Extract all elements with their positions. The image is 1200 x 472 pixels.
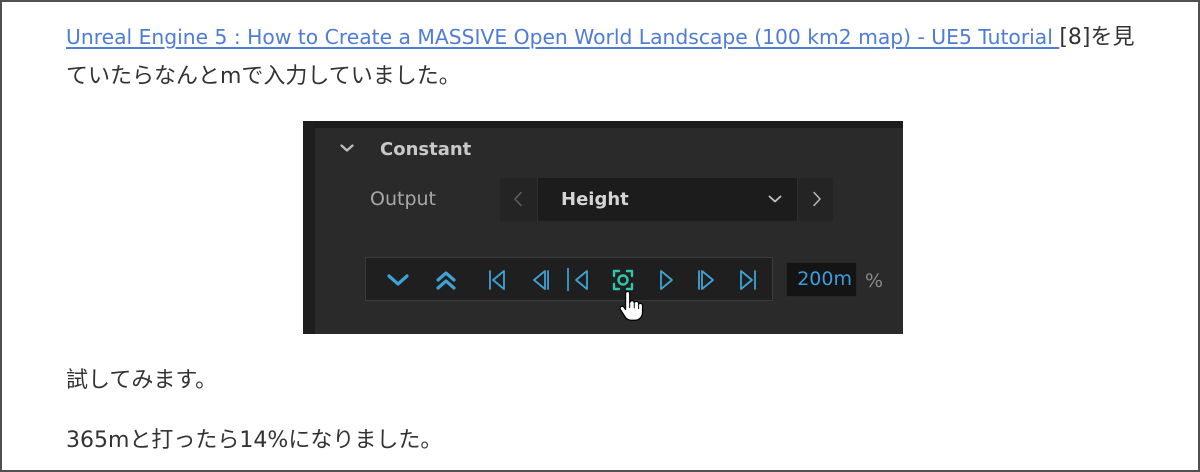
focus-icon [612,269,634,291]
chevron-left-icon [514,191,522,207]
percent-unit-label: % [865,270,884,292]
skip-to-start-icon [489,270,505,290]
chevron-down-icon [387,274,409,286]
output-label: Output [370,188,436,210]
chevron-right-icon [813,191,821,207]
panel-top-edge [303,121,903,128]
blog-article-page: Unreal Engine 5 : How to Create a MASSIV… [0,0,1200,472]
skip-to-end-icon [740,270,756,290]
step-forward-icon [698,270,714,290]
output-dropdown: Height [537,178,797,221]
unreal-engine-screenshot: Constant Output Height 200m % [303,121,903,334]
toolbar-divider [567,268,569,291]
output-dropdown-value: Height [561,189,629,210]
intro-paragraph-line-2: ていたらなんとmで入力していました。 [66,64,461,89]
try-paragraph: 試してみます。 [66,368,218,393]
output-prev-button [500,178,537,221]
height-value-text: 200m [797,268,852,290]
output-next-button [797,178,833,221]
next-icon [660,270,673,290]
playback-toolbar [365,257,773,301]
chevron-down-icon [768,195,782,203]
tutorial-video-link[interactable]: Unreal Engine 5 : How to Create a MASSIV… [66,25,1059,49]
intro-paragraph-line-1: Unreal Engine 5 : How to Create a MASSIV… [66,17,1135,57]
result-paragraph: 365mと打ったら14%になりました。 [66,428,443,453]
step-back-icon [533,270,549,290]
hand-cursor-icon [619,290,644,321]
panel-left-edge [303,121,315,334]
chevron-down-icon [340,144,354,152]
output-dropdown-group: Height [500,178,833,221]
citation-text: [8]を見 [1059,25,1135,50]
height-value-field: 200m [786,262,857,297]
previous-icon [575,270,588,290]
double-chevron-up-icon [436,271,456,290]
section-title: Constant [380,139,472,160]
